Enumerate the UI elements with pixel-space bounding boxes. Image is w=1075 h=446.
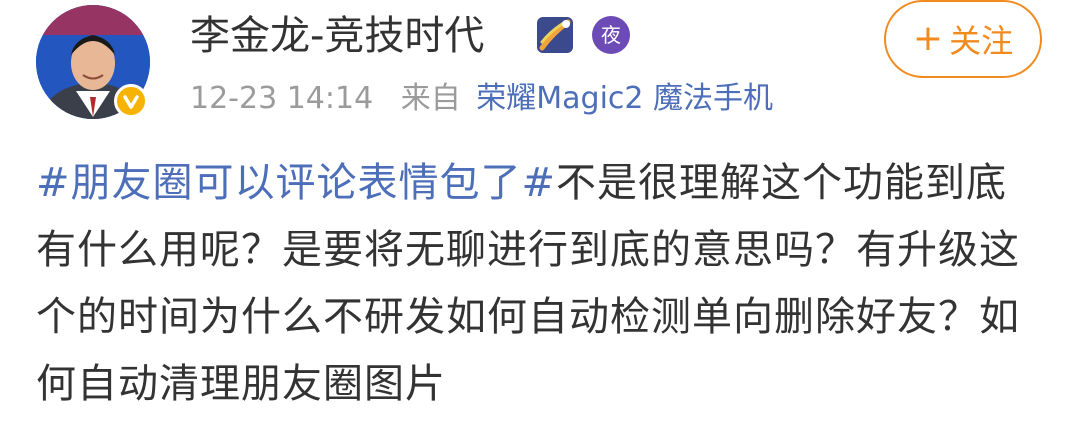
- plus-icon: +: [912, 18, 944, 59]
- topic-link[interactable]: #朋友圈可以评论表情包了#: [36, 160, 556, 206]
- post-meta: 12-23 14:14 来自 荣耀Magic2 魔法手机: [190, 76, 773, 122]
- night-badge-icon[interactable]: 夜: [592, 16, 630, 54]
- post-time: 12-23 14:14: [190, 81, 374, 116]
- from-label: 来自: [400, 81, 461, 116]
- member-badge-icon[interactable]: [536, 16, 574, 54]
- username[interactable]: 李金龙-竞技时代: [190, 10, 484, 62]
- follow-label: 关注: [949, 22, 1014, 60]
- verified-icon: [114, 84, 148, 118]
- post-content: #朋友圈可以评论表情包了#不是很理解这个功能到底有什么用呢？是要将无聊进行到底的…: [36, 150, 1046, 418]
- follow-button[interactable]: + 关注: [884, 0, 1042, 78]
- weibo-post: 李金龙-竞技时代 夜 + 关注 12-23 14:14 来自 荣耀Magic2 …: [0, 0, 1075, 446]
- device-source-link[interactable]: 荣耀Magic2 魔法手机: [476, 81, 773, 116]
